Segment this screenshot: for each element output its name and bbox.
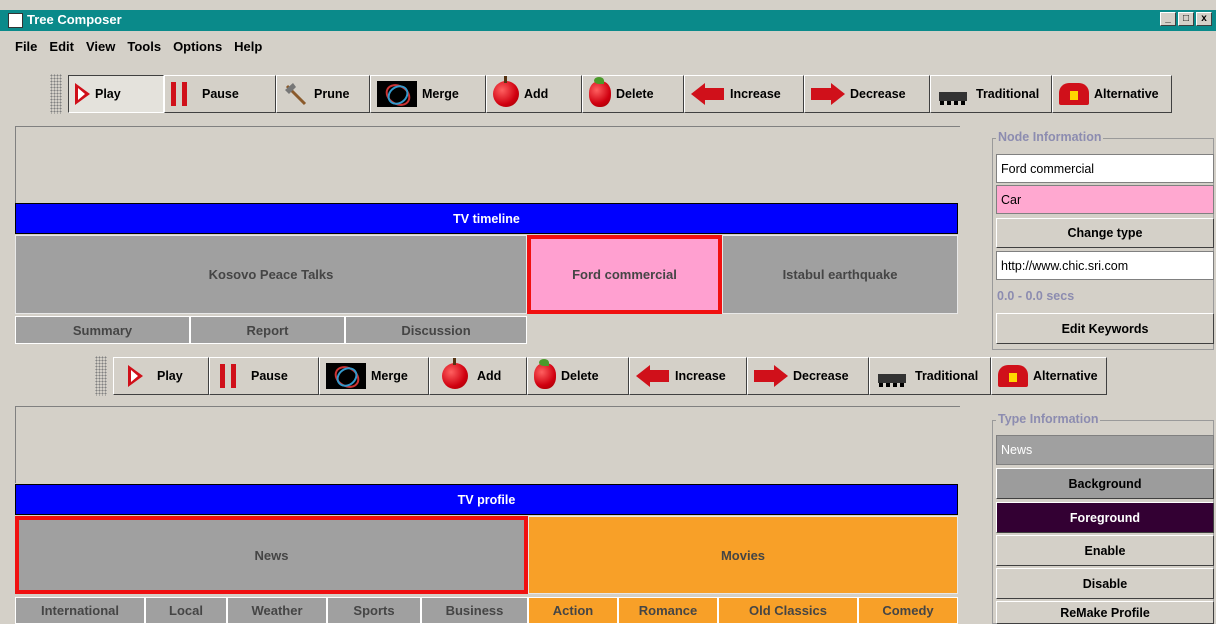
menu-options[interactable]: Options <box>173 39 222 54</box>
play-button[interactable]: Play <box>68 75 164 113</box>
profile-empty-area <box>15 406 960 483</box>
movies-comedy[interactable]: Comedy <box>858 597 958 624</box>
menu-file[interactable]: File <box>15 39 37 54</box>
bitten-apple-icon <box>534 359 556 389</box>
segment-kosovo-peace-talks[interactable]: Kosovo Peace Talks <box>15 235 527 314</box>
traditional-button[interactable]: Traditional <box>869 357 991 395</box>
node-type-field[interactable]: Car <box>996 185 1214 214</box>
merge-icon <box>377 81 417 107</box>
increase-button[interactable]: Increase <box>684 75 804 113</box>
decrease-button[interactable]: Decrease <box>747 357 869 395</box>
profile-toolbar: Play Pause Merge Add Delete Increase Dec… <box>95 354 1107 398</box>
decrease-button[interactable]: Decrease <box>804 75 930 113</box>
type-name-field[interactable]: News <box>996 435 1214 465</box>
increase-button[interactable]: Increase <box>629 357 747 395</box>
node-name-field[interactable]: Ford commercial <box>996 154 1214 183</box>
steam-train-icon <box>937 90 971 106</box>
arrow-right-icon <box>754 365 788 387</box>
disable-button[interactable]: Disable <box>996 568 1214 599</box>
add-button[interactable]: Add <box>486 75 582 113</box>
traditional-button[interactable]: Traditional <box>930 75 1052 113</box>
foreground-button[interactable]: Foreground <box>996 502 1214 533</box>
maximize-button[interactable]: □ <box>1178 12 1194 26</box>
toolbar-grip[interactable] <box>50 74 62 114</box>
menu-edit[interactable]: Edit <box>49 39 74 54</box>
play-button[interactable]: Play <box>113 357 209 395</box>
tv-timeline-header: TV timeline <box>15 203 958 234</box>
node-url-field[interactable]: http://www.chic.sri.com <box>996 251 1214 280</box>
timeline-toolbar: Play Pause Prune Merge Add Delete Increa… <box>50 72 1172 116</box>
enable-button[interactable]: Enable <box>996 535 1214 566</box>
segment-istabul-earthquake[interactable]: Istabul earthquake <box>722 235 958 314</box>
movies-romance[interactable]: Romance <box>618 597 718 624</box>
menu-help[interactable]: Help <box>234 39 262 54</box>
pause-icon <box>171 82 187 106</box>
pause-icon <box>220 364 236 388</box>
merge-button[interactable]: Merge <box>370 75 486 113</box>
category-news[interactable]: News <box>15 516 528 594</box>
change-type-button[interactable]: Change type <box>996 218 1214 248</box>
merge-button[interactable]: Merge <box>319 357 429 395</box>
prune-button[interactable]: Prune <box>276 75 370 113</box>
play-icon <box>75 83 90 105</box>
arrow-left-icon <box>636 365 670 387</box>
category-movies[interactable]: Movies <box>528 516 958 594</box>
node-information-title: Node Information <box>996 130 1104 144</box>
apple-icon <box>442 358 468 389</box>
edit-keywords-button[interactable]: Edit Keywords <box>996 313 1214 344</box>
alternative-button[interactable]: Alternative <box>1052 75 1172 113</box>
movies-old-classics[interactable]: Old Classics <box>718 597 858 624</box>
modern-train-icon <box>998 362 1028 390</box>
app-icon <box>8 13 23 28</box>
timeline-empty-area <box>15 126 960 203</box>
remake-profile-button[interactable]: ReMake Profile <box>996 601 1214 624</box>
tv-profile-header: TV profile <box>15 484 958 515</box>
minimize-button[interactable]: _ <box>1160 12 1176 26</box>
steam-train-icon <box>876 372 910 388</box>
delete-button[interactable]: Delete <box>527 357 629 395</box>
background-button[interactable]: Background <box>996 468 1214 499</box>
add-button[interactable]: Add <box>429 357 527 395</box>
title-bar: Tree Composer _ □ x <box>0 10 1216 31</box>
pause-button[interactable]: Pause <box>164 75 276 113</box>
news-local[interactable]: Local <box>145 597 227 624</box>
alternative-button[interactable]: Alternative <box>991 357 1107 395</box>
delete-button[interactable]: Delete <box>582 75 684 113</box>
modern-train-icon <box>1059 80 1089 108</box>
pause-button[interactable]: Pause <box>209 357 319 395</box>
axe-icon <box>283 82 309 106</box>
news-sports[interactable]: Sports <box>327 597 421 624</box>
segment-ford-commercial[interactable]: Ford commercial <box>527 235 722 314</box>
subsegment-discussion[interactable]: Discussion <box>345 316 527 344</box>
merge-icon <box>326 363 366 389</box>
bitten-apple-icon <box>589 77 611 107</box>
window-title: Tree Composer <box>27 12 122 27</box>
menu-view[interactable]: View <box>86 39 115 54</box>
news-weather[interactable]: Weather <box>227 597 327 624</box>
news-business[interactable]: Business <box>421 597 528 624</box>
menu-tools[interactable]: Tools <box>127 39 161 54</box>
type-information-title: Type Information <box>996 412 1101 426</box>
subsegment-summary[interactable]: Summary <box>15 316 190 344</box>
movies-action[interactable]: Action <box>528 597 618 624</box>
apple-icon <box>493 76 519 107</box>
node-time-range: 0.0 - 0.0 secs <box>997 289 1075 303</box>
close-button[interactable]: x <box>1196 12 1212 26</box>
arrow-right-icon <box>811 83 845 105</box>
menu-bar: File Edit View Tools Options Help <box>0 33 1216 59</box>
arrow-left-icon <box>691 83 725 105</box>
subsegment-report[interactable]: Report <box>190 316 345 344</box>
news-international[interactable]: International <box>15 597 145 624</box>
play-icon <box>128 365 143 387</box>
toolbar-grip[interactable] <box>95 356 107 396</box>
